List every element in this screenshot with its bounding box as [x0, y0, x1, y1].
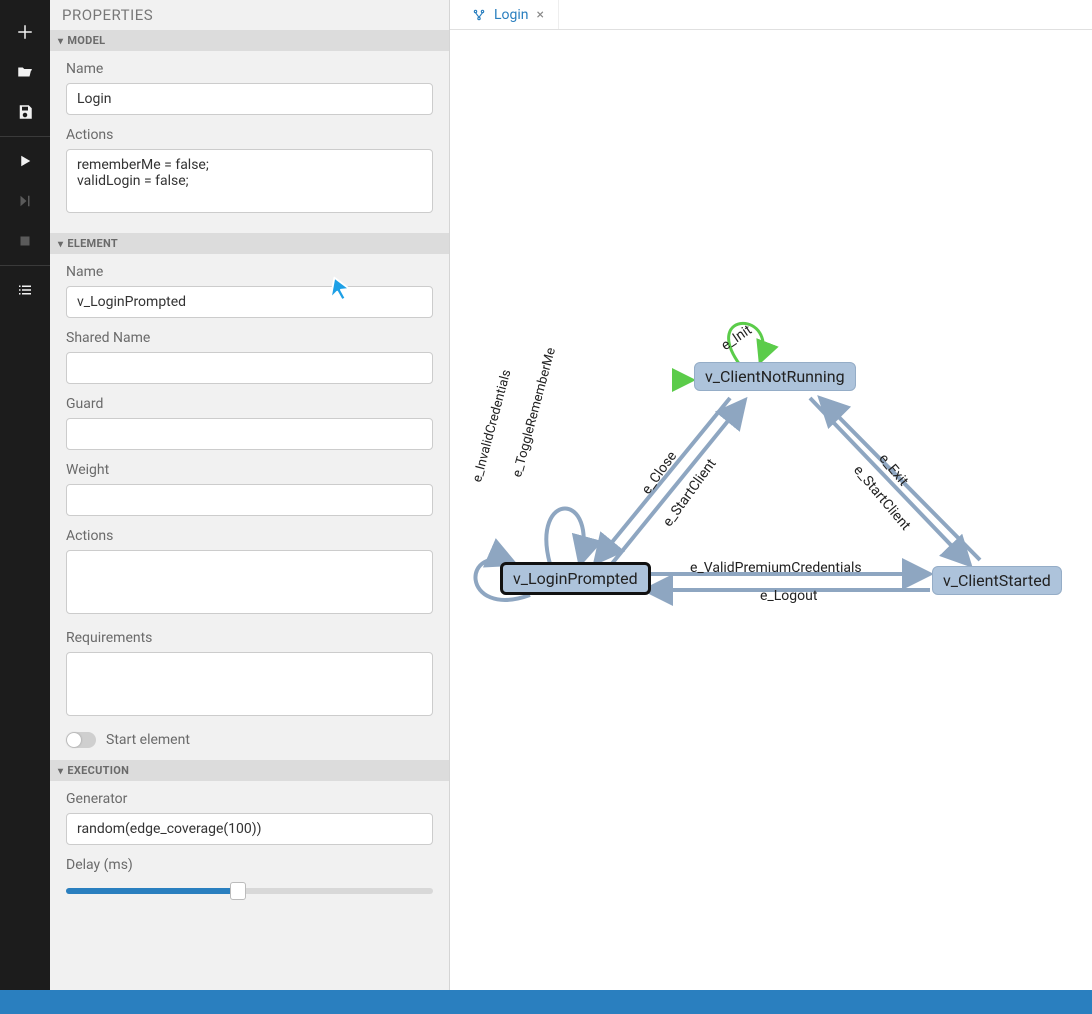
shared-name-input[interactable]: [66, 352, 433, 384]
edge-logout: e_Logout: [760, 588, 817, 604]
stop-button[interactable]: [0, 221, 50, 261]
element-actions-label: Actions: [66, 528, 433, 544]
section-execution-header[interactable]: EXECUTION: [50, 760, 449, 781]
requirements-input[interactable]: [66, 652, 433, 716]
delay-label: Delay (ms): [66, 857, 433, 873]
delay-slider[interactable]: [66, 879, 433, 903]
generator-input[interactable]: [66, 813, 433, 845]
start-element-toggle[interactable]: [66, 732, 96, 748]
graph-edges: [450, 30, 1092, 990]
model-actions-label: Actions: [66, 127, 433, 143]
chevron-down-icon: [58, 237, 63, 250]
save-button[interactable]: [0, 92, 50, 132]
new-button[interactable]: [0, 12, 50, 52]
generator-label: Generator: [66, 791, 433, 807]
element-actions-input[interactable]: [66, 550, 433, 614]
list-button[interactable]: [0, 270, 50, 310]
weight-label: Weight: [66, 462, 433, 478]
node-client-started[interactable]: v_ClientStarted: [932, 566, 1062, 595]
play-button[interactable]: [0, 141, 50, 181]
guard-label: Guard: [66, 396, 433, 412]
tab-bar: Login ×: [450, 0, 1092, 30]
graph-canvas[interactable]: v_ClientNotRunning v_LoginPrompted v_Cli…: [450, 30, 1092, 990]
chevron-down-icon: [58, 764, 63, 777]
canvas-area[interactable]: Login ×: [450, 0, 1092, 990]
shared-name-label: Shared Name: [66, 330, 433, 346]
requirements-label: Requirements: [66, 630, 433, 646]
tab-label: Login: [494, 7, 529, 23]
start-element-label: Start element: [106, 732, 190, 748]
guard-input[interactable]: [66, 418, 433, 450]
properties-panel: PROPERTIES MODEL Name Actions ELEMENT Na…: [50, 0, 450, 990]
node-client-not-running[interactable]: v_ClientNotRunning: [694, 362, 856, 391]
element-name-label: Name: [66, 264, 433, 280]
branch-icon: [472, 8, 486, 22]
model-actions-input[interactable]: [66, 149, 433, 213]
model-name-label: Name: [66, 61, 433, 77]
tool-sidebar: [0, 0, 50, 990]
section-element-header[interactable]: ELEMENT: [50, 233, 449, 254]
panel-title: PROPERTIES: [50, 0, 449, 30]
weight-input[interactable]: [66, 484, 433, 516]
tab-login[interactable]: Login ×: [458, 0, 559, 29]
step-button[interactable]: [0, 181, 50, 221]
section-model-header[interactable]: MODEL: [50, 30, 449, 51]
node-login-prompted[interactable]: v_LoginPrompted: [500, 562, 651, 595]
element-name-input[interactable]: [66, 286, 433, 318]
edge-valid-premium: e_ValidPremiumCredentials: [690, 560, 862, 576]
tab-close-icon[interactable]: ×: [537, 7, 544, 23]
status-bar: [0, 990, 1092, 1014]
open-button[interactable]: [0, 52, 50, 92]
model-name-input[interactable]: [66, 83, 433, 115]
chevron-down-icon: [58, 34, 63, 47]
